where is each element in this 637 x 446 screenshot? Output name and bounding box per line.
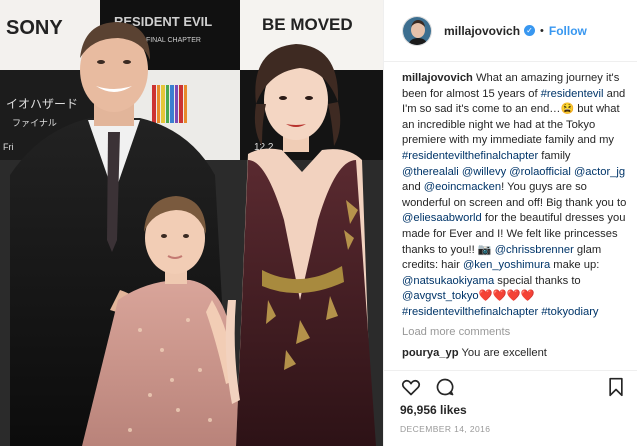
verified-badge-icon: ✓ — [524, 25, 536, 36]
post-date: DECEMBER 14, 2016 — [400, 424, 491, 434]
follow-button[interactable]: Follow — [549, 24, 587, 38]
comment-username[interactable]: pourya_yp — [402, 347, 459, 359]
japanese-subtitle: ファイナル — [12, 118, 57, 128]
mention-link[interactable]: @actor_jg — [574, 166, 625, 178]
header-separator: • — [540, 24, 544, 37]
load-more-comments-button[interactable]: Load more comments — [402, 325, 627, 341]
post-actions-bar — [384, 370, 637, 402]
comment-list: pourya_yp You are excellentgertchief_18 … — [402, 346, 627, 368]
hashtag-link[interactable]: #residentevilthefinalchapter — [402, 150, 538, 162]
heart-outline-icon[interactable] — [400, 376, 422, 398]
be-moved-tagline: BE MOVED — [262, 15, 353, 34]
comments-section: millajovovich What an amazing journey it… — [384, 63, 637, 368]
bookmark-icon[interactable] — [605, 376, 627, 398]
caption-text-segment: and — [402, 181, 424, 194]
likes-count[interactable]: 96,956 likes — [400, 403, 467, 417]
mention-link[interactable]: @ken_yoshimura — [463, 259, 550, 271]
caption-text: What an amazing journey it's been for al… — [402, 72, 626, 318]
comment-text: You are excellent — [458, 347, 547, 360]
mention-link[interactable]: @rolaofficial — [509, 166, 571, 178]
comment-row: pourya_yp You are excellent — [402, 346, 627, 362]
sony-logo: SONY — [6, 17, 63, 39]
mention-link[interactable]: @eoincmacken — [424, 181, 501, 193]
post-side-panel: millajovovich ✓ • Follow millajovovich W… — [383, 0, 637, 446]
mention-link[interactable]: @chrissbrenner — [495, 244, 574, 256]
mention-link[interactable]: @therealali — [402, 166, 459, 178]
hashtag-link[interactable]: #tokyodiary — [541, 306, 598, 318]
post-header: millajovovich ✓ • Follow — [384, 0, 637, 62]
mention-link[interactable]: @avgvst_tokyo — [402, 290, 479, 302]
caption-text-segment: family — [538, 149, 571, 162]
japanese-title: イオハザード — [6, 97, 78, 111]
mention-link[interactable]: @willevy — [462, 166, 506, 178]
comment-bubble-icon[interactable] — [434, 376, 456, 398]
mention-link[interactable]: @natsukaokiyama — [402, 275, 494, 287]
hashtag-link[interactable]: #residentevil — [541, 88, 604, 100]
caption: millajovovich What an amazing journey it… — [402, 71, 627, 321]
premiere-photo-illustration: SONY RESIDENT EVIL THE FINAL CHAPTER BE … — [0, 0, 383, 446]
caption-text-segment: make up: — [550, 259, 600, 272]
avatar[interactable] — [402, 15, 432, 46]
header-username[interactable]: millajovovich — [444, 24, 520, 38]
emoji-icon: 📷 — [477, 243, 492, 256]
caption-username[interactable]: millajovovich — [402, 72, 473, 84]
hashtag-link[interactable]: #residentevilthefinalchapter — [402, 306, 538, 318]
hearts-emoji-icon: ❤️❤️❤️❤️ — [478, 290, 535, 303]
fri-text: Fri — [3, 142, 14, 152]
mention-link[interactable]: @eliesaabworld — [402, 212, 482, 224]
emoji-icon: 😫 — [560, 103, 575, 116]
post-photo[interactable]: SONY RESIDENT EVIL THE FINAL CHAPTER BE … — [0, 0, 383, 446]
caption-text-segment: special thanks to — [494, 274, 581, 287]
